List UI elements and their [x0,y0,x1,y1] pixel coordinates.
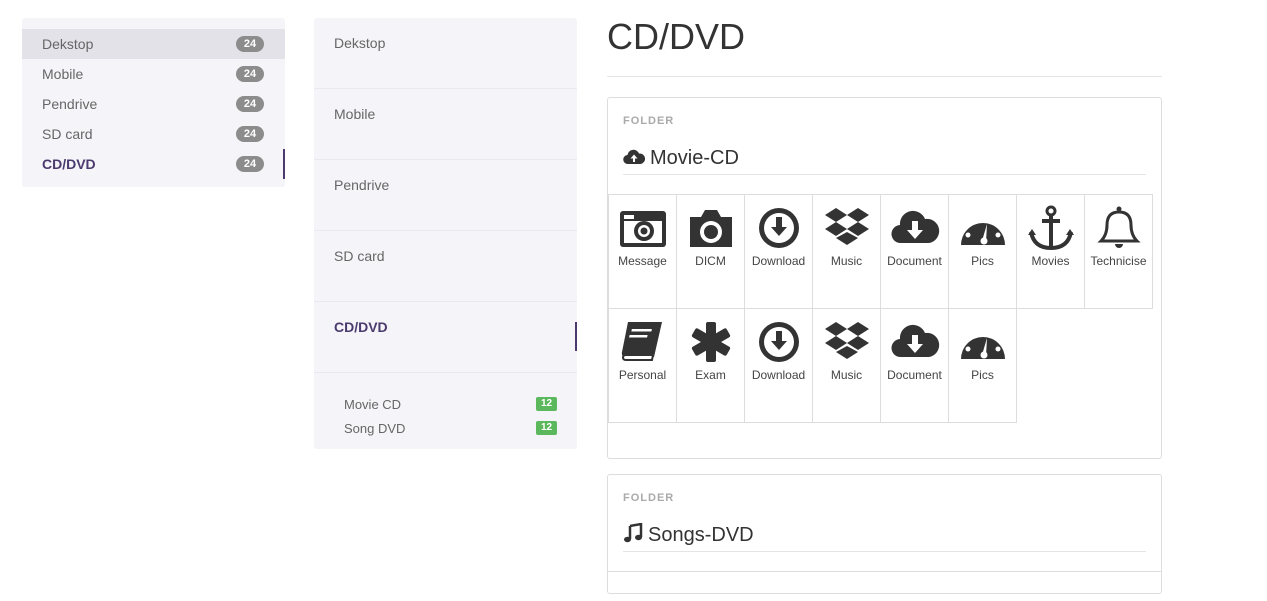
panel-title-text: Songs-DVD [648,524,754,546]
folder-grid [608,571,1161,601]
nav-item-sd-card[interactable]: SD card [314,231,577,302]
panel-title-text: Movie-CD [650,147,739,169]
tile-label: Personal [618,368,667,382]
count-badge: 24 [236,156,264,172]
folder-tile-movies[interactable]: Movies [1016,194,1085,309]
tile-label: Exam [695,368,726,382]
nav-item-cd-dvd[interactable]: CD/DVD [314,302,577,373]
folder-tile-pics[interactable]: Pics [948,194,1017,309]
sidebar-item-label: Pendrive [42,96,98,112]
music-icon [624,522,643,543]
cloud-upload-icon [623,149,646,165]
folder-tile-music[interactable]: Music [812,194,881,309]
secondary-sidebar: Dekstop Mobile Pendrive SD card CD/DVD M… [314,18,577,449]
nav-item-label: Pendrive [334,177,390,193]
subnav-item-movie-cd[interactable]: Movie CD 12 [344,395,557,419]
download-circle-icon [759,322,799,362]
sidebar-item-label: CD/DVD [42,156,96,172]
nav-item-label: CD/DVD [334,319,388,335]
sidebar-item-mobile[interactable]: Mobile 24 [22,59,285,89]
dashboard-icon [961,213,1005,245]
primary-sidebar: Dekstop 24 Mobile 24 Pendrive 24 SD card… [22,18,285,187]
count-badge: 12 [536,397,557,411]
folder-tile-message[interactable]: Message [608,194,677,309]
nav-item-label: SD card [334,248,385,264]
sidebar-item-sd-card[interactable]: SD card 24 [22,119,285,149]
folder-tile-technicise[interactable]: Technicise [1084,194,1153,309]
tile-label: Download [751,254,806,268]
sidebar-item-label: Dekstop [42,36,94,52]
camera-retro-icon [620,211,666,247]
nav-item-mobile[interactable]: Mobile [314,89,577,160]
folder-panel-songs-dvd: FOLDER Songs-DVD [607,474,1162,594]
folder-tile-personal[interactable]: Personal [608,308,677,423]
sidebar-item-dekstop[interactable]: Dekstop 24 [22,29,285,59]
book-icon [621,322,662,361]
tile-label: Pics [971,368,994,382]
subnav-item-label: Song DVD [344,421,406,436]
count-badge: 12 [536,421,557,435]
dashboard-icon [961,327,1005,359]
nav-item-dekstop[interactable]: Dekstop [314,18,577,89]
nav-item-pendrive[interactable]: Pendrive [314,160,577,231]
dropbox-icon [825,208,869,245]
count-badge: 24 [236,96,264,112]
tile-label: Download [751,368,806,382]
tile-label: Music [830,368,863,382]
panel-title: Songs-DVD [623,522,1146,552]
panel-label: FOLDER [623,115,675,127]
sidebar-item-label: SD card [42,126,93,142]
panel-title: Movie-CD [623,146,1146,175]
folder-tile-download[interactable]: Download [744,194,813,309]
sidebar-item-pendrive[interactable]: Pendrive 24 [22,89,285,119]
subnav-list: Movie CD 12 Song DVD 12 [314,373,577,443]
anchor-icon [1028,205,1074,251]
page-title: CD/DVD [607,16,746,57]
nav-item-label: Mobile [334,106,376,122]
tile-label: Document [887,254,942,268]
dropbox-icon [825,322,869,359]
tile-label: Pics [971,254,994,268]
tile-label: Document [887,368,942,382]
folder-tile-document[interactable]: Document [880,194,949,309]
tile-label: DICM [695,254,726,268]
count-badge: 24 [236,126,264,142]
folder-tile-dicm[interactable]: DICM [676,194,745,309]
tile-label: Technicise [1090,254,1147,268]
tile-label: Movies [1031,254,1070,268]
count-badge: 24 [236,36,264,52]
bell-icon [1097,206,1141,248]
cloud-download-icon [891,210,940,244]
title-divider [607,76,1162,77]
count-badge: 24 [236,66,264,82]
panel-label: FOLDER [623,492,675,504]
folder-tile-pics[interactable]: Pics [948,308,1017,423]
tile-label: Message [618,254,667,268]
download-circle-icon [759,208,799,248]
folder-tile-exam[interactable]: Exam [676,308,745,423]
cloud-download-icon [891,324,940,358]
sidebar-item-cd-dvd[interactable]: CD/DVD 24 [22,149,285,179]
camera-icon [690,210,732,247]
asterisk-icon [691,322,731,362]
folder-tile-document[interactable]: Document [880,308,949,423]
nav-item-label: Dekstop [334,35,386,51]
tile-label: Music [830,254,863,268]
folder-panel-movie-cd: FOLDER Movie-CD Message DICM Download Mu… [607,97,1162,459]
subnav-item-label: Movie CD [344,397,402,412]
subnav-item-song-dvd[interactable]: Song DVD 12 [344,419,557,443]
folder-tile-download[interactable]: Download [744,308,813,423]
sidebar-item-label: Mobile [42,66,84,82]
folder-tile-music[interactable]: Music [812,308,881,423]
